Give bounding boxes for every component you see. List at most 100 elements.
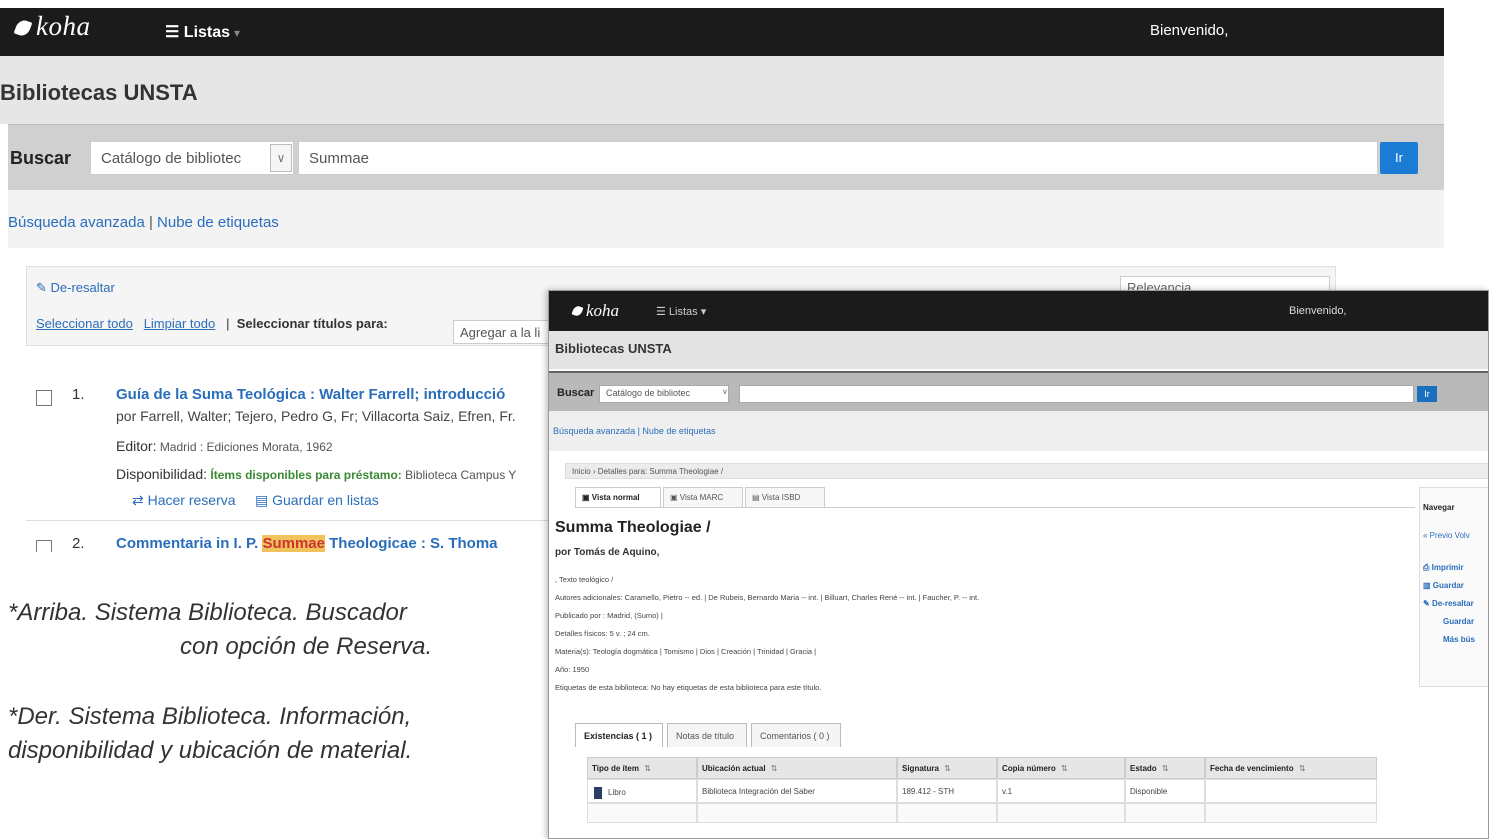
result-actions: ⇄ Hacer reserva ▤ Guardar en listas [132, 492, 379, 509]
caption-top: *Arriba. Sistema Biblioteca. Buscador co… [8, 596, 548, 664]
sidebar-print[interactable]: ⎙ Imprimir [1423, 563, 1464, 573]
koha-logo[interactable]: koha [571, 301, 619, 321]
record-title: Summa Theologiae / [555, 519, 711, 536]
search-input[interactable]: Summae [298, 141, 1378, 175]
record-physical: Detalles físicos: 5 v. ; 24 cm. [555, 629, 650, 638]
sidebar-save-search[interactable]: Guardar [1443, 617, 1474, 626]
table-header[interactable]: Fecha de vencimiento ⇅ [1205, 757, 1377, 779]
tab-icon: ▤ [752, 493, 762, 502]
header-label: Copia número [1002, 764, 1056, 773]
result-number: 2. [72, 535, 85, 552]
result-author: por Farrell, Walter; Tejero, Pedro G, Fr… [116, 408, 516, 424]
tab-comments[interactable]: Comentarios ( 0 ) [751, 723, 841, 747]
record-type: , Texto teológico / [555, 575, 614, 584]
table-cell [1205, 779, 1377, 803]
table-cell [587, 803, 697, 823]
library-header [0, 56, 1444, 124]
add-to-list-select[interactable]: Agregar a la li [453, 320, 563, 344]
lists-menu[interactable]: ☰ Listas ▾ [165, 22, 240, 42]
availability-label: Disponibilidad: [116, 466, 208, 482]
hold-icon: ⇄ [132, 492, 148, 508]
tab-marc-view[interactable]: ▣ Vista MARC [663, 487, 743, 507]
header-label: Tipo de ítem [592, 764, 639, 773]
table-header[interactable]: Estado ⇅ [1125, 757, 1205, 779]
tab-isbd-view[interactable]: ▤ Vista ISBD [745, 487, 825, 507]
record-author: por Tomás de Aquino, [555, 547, 660, 558]
sort-icon: ⇅ [641, 764, 651, 773]
header-label: Signatura [902, 764, 939, 773]
result-publisher: Editor: Madrid : Ediciones Morata, 1962 [116, 438, 333, 454]
title-part: Theologicae : S. Thoma [329, 535, 498, 552]
link-separator: | [148, 214, 158, 231]
table-cell [1205, 803, 1377, 823]
sidebar-prev-link[interactable]: « Previo Volv [1423, 531, 1470, 540]
selection-row: Seleccionar todo Limpiar todo | Seleccio… [36, 316, 388, 331]
chevron-down-icon[interactable]: ∨ [270, 144, 292, 172]
sort-icon: ⇅ [941, 764, 951, 773]
record-additional-authors: Autores adicionales: Caramello, Pietro -… [555, 593, 980, 602]
go-button[interactable]: Ir [1417, 386, 1437, 402]
caption-line: disponibilidad y ubicación de material. [8, 737, 413, 764]
catalog-select[interactable]: Catálogo de bibliotec [599, 385, 729, 403]
chevron-down-icon[interactable]: ∨ [722, 387, 732, 401]
sort-icon: ⇅ [1058, 764, 1068, 773]
table-header[interactable]: Tipo de ítem ⇅ [587, 757, 697, 779]
unhighlight-label: De-resaltar [50, 280, 115, 295]
search-input[interactable] [739, 385, 1414, 403]
pencil-icon: ✎ [36, 280, 51, 295]
caption-right: *Der. Sistema Biblioteca. Información, d… [8, 700, 548, 768]
result-title-link[interactable]: Commentaria in I. P. Summae Theologicae … [116, 535, 498, 552]
tab-icon: ▣ [582, 493, 592, 502]
header-label: Estado [1130, 764, 1157, 773]
sidebar-more-search[interactable]: Más bús [1443, 635, 1475, 644]
save-to-lists-link[interactable]: ▤ Guardar en listas [255, 492, 379, 508]
header-label: Ubicación actual [702, 764, 766, 773]
tab-normal-view[interactable]: ▣ Vista normal [575, 487, 661, 507]
title-part: Commentaria in I. P. [116, 535, 259, 552]
place-hold-label: Hacer reserva [147, 492, 236, 508]
table-cell [997, 803, 1125, 823]
title-highlight: Summae [262, 535, 325, 552]
table-cell: Libro [587, 779, 697, 803]
sidebar-navigate[interactable]: Navegar [1423, 503, 1455, 512]
advanced-search-link[interactable]: Búsqueda avanzada [8, 214, 145, 231]
publisher-label: Editor: [116, 438, 157, 454]
pencil-icon: ✎ [1423, 599, 1432, 608]
sidebar-save[interactable]: ▥ Guardar [1423, 581, 1464, 590]
table-header[interactable]: Ubicación actual ⇅ [697, 757, 897, 779]
clear-all-link[interactable]: Limpiar todo [144, 316, 216, 331]
lists-menu[interactable]: ☰ Listas ▾ [656, 305, 706, 318]
tag-cloud-link[interactable]: Nube de etiquetas [157, 214, 279, 231]
table-header[interactable]: Copia número ⇅ [997, 757, 1125, 779]
caption-line: *Der. Sistema Biblioteca. Información, [8, 703, 412, 730]
select-titles-label: Seleccionar títulos para: [236, 316, 388, 331]
unhighlight-link[interactable]: ✎ De-resaltar [36, 280, 115, 296]
record-year: Año: 1950 [555, 665, 590, 674]
place-hold-link[interactable]: ⇄ Hacer reserva [132, 492, 236, 508]
koha-logo[interactable]: koha [13, 11, 91, 42]
tab-label: Vista normal [591, 493, 640, 502]
result-checkbox[interactable] [36, 390, 52, 406]
advanced-links[interactable]: Búsqueda avanzada | Nube de etiquetas [553, 426, 715, 436]
logo-text: koha [36, 11, 91, 41]
sidebar-unhighlight[interactable]: ✎ De-resaltar [1423, 599, 1474, 608]
result-title-link[interactable]: Guía de la Suma Teológica : Walter Farre… [116, 386, 505, 403]
advanced-links: Búsqueda avanzada | Nube de etiquetas [8, 214, 279, 231]
library-header [549, 331, 1488, 369]
print-icon: ⎙ [1423, 563, 1432, 572]
record-detail-screenshot: koha ☰ Listas ▾ Bienvenido, Bibliotecas … [548, 290, 1489, 839]
table-cell: Biblioteca Integración del Saber [697, 779, 897, 803]
caption-line: *Arriba. Sistema Biblioteca. Buscador [8, 599, 407, 626]
go-button[interactable]: Ir [1380, 142, 1418, 174]
leaf-icon [13, 18, 33, 38]
result-checkbox[interactable] [36, 540, 52, 552]
table-header[interactable]: Signatura ⇅ [897, 757, 997, 779]
select-all-link[interactable]: Seleccionar todo [36, 316, 133, 331]
leaf-icon [571, 304, 584, 318]
tab-title-notes[interactable]: Notas de título [667, 723, 747, 747]
tab-holdings[interactable]: Existencias ( 1 ) [575, 723, 663, 747]
catalog-select[interactable]: Catálogo de bibliotec [90, 141, 294, 175]
sidebar-label: Imprimir [1431, 563, 1464, 572]
tab-panel-border [575, 507, 1415, 508]
table-cell [697, 803, 897, 823]
